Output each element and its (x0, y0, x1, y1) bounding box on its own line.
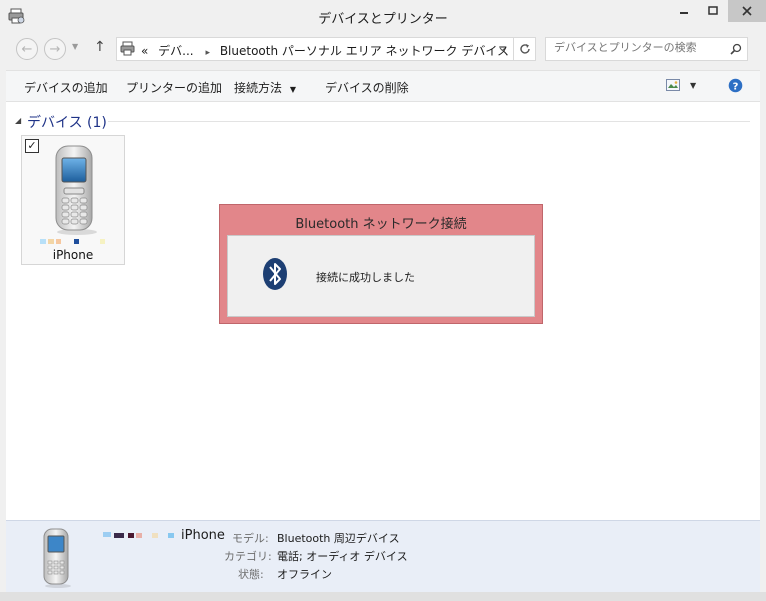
device-label: iPhone (52, 248, 94, 262)
minimize-button[interactable] (670, 0, 698, 22)
group-header[interactable]: デバイス (1) (27, 112, 107, 132)
category-label: カテゴリ: (224, 550, 272, 563)
device-checkbox[interactable]: ✓ (25, 139, 39, 153)
obscured-text (128, 533, 134, 538)
breadcrumb-overflow[interactable]: « (141, 44, 148, 58)
obscured-text (74, 239, 79, 244)
breadcrumb-parent[interactable]: デバ... (158, 44, 193, 58)
help-icon[interactable]: ? (728, 78, 743, 93)
status-label: 状態: (238, 568, 264, 581)
back-arrow-icon: ← (21, 41, 33, 57)
search-box (545, 37, 748, 61)
breadcrumb: « デバ... ▸ Bluetooth パーソナル エリア ネットワーク デバイ… (141, 42, 509, 59)
title-bar: デバイスとプリンター (0, 0, 766, 32)
forward-arrow-icon: → (49, 41, 61, 57)
obscured-text (48, 239, 54, 244)
details-device-name: iPhone (181, 528, 225, 543)
maximize-button[interactable] (698, 0, 728, 22)
svg-text:?: ? (733, 82, 739, 93)
window-title: デバイスとプリンター (318, 12, 448, 27)
device-tile-iphone[interactable]: ✓ iPhone (21, 135, 125, 265)
obscured-text (152, 533, 158, 538)
group-divider (108, 121, 750, 122)
refresh-button[interactable] (514, 37, 536, 61)
obscured-text (136, 533, 142, 538)
remove-device-button[interactable]: デバイスの削除 (325, 79, 409, 96)
navigation-bar: ← → ▼ ↑ « デバ... ▸ Bluetooth パーソナル エリア ネッ… (8, 32, 758, 66)
notification-title: Bluetooth ネットワーク接続 (295, 217, 467, 232)
bluetooth-notification[interactable]: Bluetooth ネットワーク接続 接続に成功しました (219, 204, 543, 324)
obscured-text (103, 532, 111, 537)
view-options-dropdown[interactable]: ▼ (690, 81, 696, 90)
connect-using-label: 接続方法 (234, 81, 283, 95)
notification-message: 接続に成功しました (316, 271, 415, 284)
obscured-text (56, 239, 61, 244)
chevron-down-icon: ▼ (289, 85, 296, 94)
up-button[interactable]: ↑ (94, 39, 106, 55)
address-dropdown[interactable]: ⌄ (497, 40, 508, 55)
breadcrumb-current[interactable]: Bluetooth パーソナル エリア ネットワーク デバイス (220, 44, 509, 58)
model-label: モデル: (232, 532, 269, 545)
category-value: 電話; オーディオ デバイス (277, 550, 408, 563)
window: デバイスとプリンター ← → ▼ ↑ « デバ... ▸ Bluetooth パ… (0, 0, 766, 601)
change-view-icon[interactable] (666, 79, 680, 91)
obscured-text (100, 239, 105, 244)
refresh-icon (519, 44, 530, 54)
breadcrumb-separator[interactable]: ▸ (205, 48, 210, 58)
devices-printers-icon (120, 41, 136, 57)
command-bar: デバイスの追加 プリンターの追加 接続方法 ▼ デバイスの削除 ▼ ? (6, 70, 760, 102)
status-value: オフライン (277, 568, 332, 581)
chevron-down-icon: ⌄ (497, 40, 508, 55)
phone-icon (50, 144, 100, 236)
add-device-button[interactable]: デバイスの追加 (24, 79, 108, 96)
obscured-text (40, 239, 46, 244)
obscured-text (114, 533, 124, 538)
address-bar[interactable]: « デバ... ▸ Bluetooth パーソナル エリア ネットワーク デバイ… (116, 37, 514, 61)
window-bottom-edge (0, 592, 766, 601)
close-icon (742, 6, 752, 16)
phone-icon (40, 527, 74, 589)
search-icon[interactable] (730, 43, 742, 55)
back-button[interactable]: ← (16, 38, 38, 60)
obscured-text (168, 533, 174, 538)
notification-body: 接続に成功しました (227, 235, 535, 317)
close-button[interactable] (728, 0, 766, 22)
up-arrow-icon: ↑ (94, 39, 106, 55)
model-value: Bluetooth 周辺デバイス (277, 532, 400, 545)
collapse-group-icon[interactable]: ◢ (15, 116, 21, 125)
forward-button[interactable]: → (44, 38, 66, 60)
connect-using-button[interactable]: 接続方法 ▼ (234, 79, 296, 96)
details-pane: iPhone モデル: Bluetooth 周辺デバイス カテゴリ: 電話; オ… (6, 520, 760, 592)
recent-locations-dropdown[interactable]: ▼ (72, 42, 78, 51)
bluetooth-icon (262, 257, 288, 291)
search-input[interactable] (554, 41, 724, 54)
add-printer-button[interactable]: プリンターの追加 (126, 79, 222, 96)
